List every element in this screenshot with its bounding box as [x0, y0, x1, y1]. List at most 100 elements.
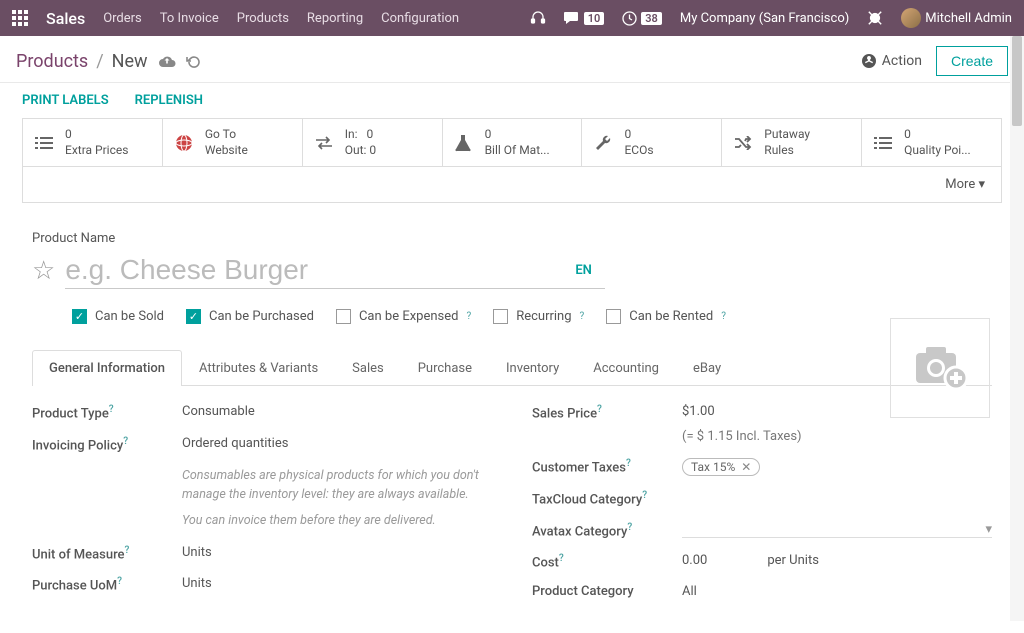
checkbox-icon: ✓	[186, 309, 201, 324]
checkbox-icon	[606, 309, 621, 324]
secondary-actions: PRINT LABELS REPLENISH	[0, 83, 1024, 118]
language-badge[interactable]: EN	[575, 263, 592, 278]
invoicing-policy-value[interactable]: Ordered quantities	[182, 436, 492, 451]
tab-ebay[interactable]: eBay	[676, 350, 738, 386]
tab-inventory[interactable]: Inventory	[489, 350, 576, 386]
stat-quality[interactable]: 0Quality Poi...	[862, 119, 1001, 166]
tab-accounting[interactable]: Accounting	[576, 350, 676, 386]
help-icon[interactable]: ?	[117, 576, 122, 587]
consumable-hint-2: You can invoice them before they are del…	[182, 512, 492, 531]
product-name-input[interactable]	[65, 252, 605, 289]
product-type-value[interactable]: Consumable	[182, 404, 492, 419]
content: 0Extra Prices Go ToWebsite In: 0 Out: 0 …	[0, 118, 1024, 633]
stat-more[interactable]: More ▾	[22, 167, 1002, 203]
check-can-be-rented[interactable]: Can be Rented?	[606, 309, 726, 324]
messages-badge: 10	[584, 12, 605, 25]
consumable-hint-1: Consumables are physical products for wh…	[182, 467, 492, 505]
stat-bom[interactable]: 0Bill Of Mat...	[443, 119, 583, 166]
discard-icon[interactable]	[186, 54, 202, 68]
avatax-value[interactable]: ▾	[682, 522, 992, 538]
debug-icon[interactable]	[867, 10, 883, 26]
cost-value[interactable]: 0.00	[682, 553, 707, 568]
caret-down-icon: ▾	[978, 177, 985, 192]
tax-tag[interactable]: Tax 15%✕	[682, 458, 760, 476]
form-area: Product Name ☆ EN ✓Can be Sold ✓Can be P…	[22, 203, 1002, 613]
breadcrumb-current: New	[112, 51, 148, 72]
help-icon[interactable]: ?	[627, 522, 632, 533]
tab-purchase[interactable]: Purchase	[401, 350, 489, 386]
nav-to-invoice[interactable]: To Invoice	[160, 11, 219, 26]
product-name-label: Product Name	[32, 231, 992, 246]
general-info-grid: Product Type? Consumable Invoicing Polic…	[32, 404, 992, 613]
remove-tax-icon[interactable]: ✕	[741, 460, 751, 474]
help-icon[interactable]: ?	[597, 404, 602, 415]
checkbox-icon: ✓	[72, 309, 87, 324]
activities-icon[interactable]: 38	[622, 11, 662, 26]
breadcrumb-separator: /	[96, 51, 103, 72]
tab-sales[interactable]: Sales	[335, 350, 401, 386]
checkbox-icon	[493, 309, 508, 324]
print-labels-button[interactable]: PRINT LABELS	[22, 93, 109, 108]
create-button[interactable]: Create	[936, 46, 1008, 76]
uom-value[interactable]: Units	[182, 545, 492, 560]
stat-website[interactable]: Go ToWebsite	[163, 119, 303, 166]
user-menu[interactable]: Mitchell Admin	[901, 8, 1012, 28]
tab-general-information[interactable]: General Information	[32, 350, 182, 386]
wrench-icon	[594, 134, 614, 152]
messages-icon[interactable]: 10	[564, 11, 605, 25]
company-switcher[interactable]: My Company (San Francisco)	[680, 11, 849, 26]
check-recurring[interactable]: Recurring?	[493, 309, 584, 324]
product-category-value[interactable]: All	[682, 584, 992, 599]
stat-in-out[interactable]: In: 0 Out: 0	[303, 119, 443, 166]
help-icon[interactable]: ?	[642, 490, 647, 501]
brand[interactable]: Sales	[46, 9, 85, 28]
nav-orders[interactable]: Orders	[103, 11, 142, 26]
help-icon[interactable]: ?	[626, 458, 631, 469]
stat-bar: 0Extra Prices Go ToWebsite In: 0 Out: 0 …	[22, 118, 1002, 167]
nav-configuration[interactable]: Configuration	[381, 11, 459, 26]
tab-attributes-variants[interactable]: Attributes & Variants	[182, 350, 335, 386]
stat-putaway[interactable]: PutawayRules	[722, 119, 862, 166]
help-icon[interactable]: ?	[109, 404, 114, 415]
help-icon[interactable]: ?	[721, 311, 726, 322]
product-image-upload[interactable]	[890, 318, 990, 418]
nav-reporting[interactable]: Reporting	[307, 11, 363, 26]
list-icon	[35, 136, 55, 150]
breadcrumb-root[interactable]: Products	[16, 51, 88, 72]
check-can-be-expensed[interactable]: Can be Expensed?	[336, 309, 471, 324]
check-can-be-sold[interactable]: ✓Can be Sold	[72, 309, 164, 324]
scroll-thumb[interactable]	[1012, 36, 1022, 126]
product-category-label: Product Category	[532, 584, 682, 599]
help-icon[interactable]: ?	[123, 436, 128, 447]
caret-down-icon: ▾	[985, 522, 992, 537]
sales-price-label: Sales Price	[532, 407, 597, 422]
help-icon[interactable]: ?	[580, 311, 585, 322]
help-icon[interactable]: ?	[466, 311, 471, 322]
stat-extra-prices[interactable]: 0Extra Prices	[23, 119, 163, 166]
stat-ecos[interactable]: 0ECOs	[582, 119, 722, 166]
transfer-icon	[315, 136, 335, 150]
product-type-label: Product Type	[32, 407, 109, 422]
support-icon[interactable]	[530, 11, 546, 25]
check-can-be-purchased[interactable]: ✓Can be Purchased	[186, 309, 314, 324]
replenish-button[interactable]: REPLENISH	[135, 93, 203, 108]
favorite-star-icon[interactable]: ☆	[32, 256, 55, 286]
product-flags: ✓Can be Sold ✓Can be Purchased Can be Ex…	[72, 309, 992, 324]
help-icon[interactable]: ?	[559, 553, 564, 564]
action-dropdown[interactable]: Action	[862, 53, 922, 69]
activities-badge: 38	[641, 12, 662, 25]
apps-icon[interactable]	[12, 10, 28, 26]
invoicing-policy-label: Invoicing Policy	[32, 438, 123, 453]
subheader: Products / New Action Create	[0, 36, 1024, 83]
purchase-uom-value[interactable]: Units	[182, 576, 492, 591]
purchase-uom-label: Purchase UoM	[32, 579, 117, 594]
checkbox-icon	[336, 309, 351, 324]
globe-icon	[175, 134, 195, 152]
flask-icon	[455, 134, 475, 152]
cloud-save-icon[interactable]	[158, 54, 176, 68]
help-icon[interactable]: ?	[125, 545, 130, 556]
scrollbar[interactable]	[1010, 36, 1024, 621]
nav-products[interactable]: Products	[237, 11, 289, 26]
breadcrumb: Products / New	[16, 51, 148, 72]
avatar	[901, 8, 921, 28]
